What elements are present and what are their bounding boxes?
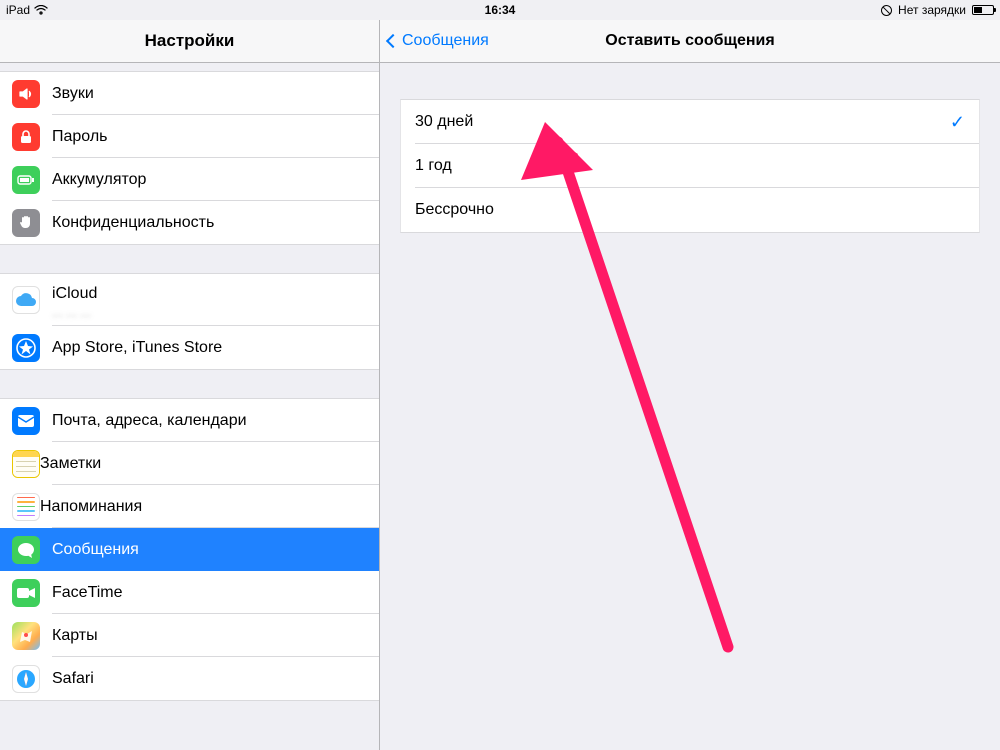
sidebar-item-sounds[interactable]: Звуки: [0, 72, 379, 115]
icloud-account-blurred: ··· ··· ···: [52, 310, 91, 322]
sidebar-item-passcode[interactable]: Пароль: [0, 115, 379, 158]
sidebar-item-safari[interactable]: Safari: [0, 657, 379, 700]
messages-icon: [12, 536, 40, 564]
sidebar-item-messages[interactable]: Сообщения: [0, 528, 379, 571]
sounds-icon: [12, 80, 40, 108]
detail-pane: Сообщения Оставить сообщения 30 дней ✓ 1 г…: [380, 20, 1000, 750]
sidebar-group: Почта, адреса, календари Заметки Напоминан…: [0, 398, 379, 701]
status-bar: iPad 16:34 Нет зарядки: [0, 0, 1000, 20]
passcode-icon: [12, 123, 40, 151]
option-1y[interactable]: 1 год: [401, 144, 979, 188]
battery-icon: [972, 5, 994, 15]
icloud-icon: [12, 286, 40, 314]
sidebar-item-label: Конфиденциальность: [52, 214, 214, 232]
sidebar-item-label: Напоминания: [40, 498, 142, 516]
sidebar-item-battery[interactable]: Аккумулятор: [0, 158, 379, 201]
sidebar-item-label: Почта, адреса, календари: [52, 412, 247, 430]
option-forever[interactable]: Бессрочно: [401, 188, 979, 232]
appstore-icon: [12, 334, 40, 362]
sidebar-item-label: Сообщения: [52, 541, 139, 559]
sidebar-item-label: FaceTime: [52, 584, 123, 602]
mail-icon: [12, 407, 40, 435]
wifi-icon: [34, 5, 48, 15]
sidebar-item-icloud[interactable]: iCloud ··· ··· ···: [0, 274, 379, 326]
option-label: 30 дней: [415, 113, 473, 131]
not-charging-icon: [881, 5, 892, 16]
detail-header: Сообщения Оставить сообщения: [380, 20, 1000, 63]
option-label: Бессрочно: [415, 201, 494, 219]
maps-icon: [12, 622, 40, 650]
sidebar-group: Звуки Пароль Аккумулятор Конфиденциальность: [0, 71, 379, 245]
sidebar-item-facetime[interactable]: FaceTime: [0, 571, 379, 614]
sidebar-item-label: Карты: [52, 627, 98, 645]
sidebar-item-maps[interactable]: Карты: [0, 614, 379, 657]
reminders-icon: [12, 493, 40, 521]
facetime-icon: [12, 579, 40, 607]
privacy-icon: [12, 209, 40, 237]
sidebar-item-label: Safari: [52, 670, 94, 688]
sidebar-item-label: Заметки: [40, 455, 101, 473]
sidebar-title: Настройки: [0, 20, 379, 63]
sidebar-item-notes[interactable]: Заметки: [0, 442, 379, 485]
sidebar-item-privacy[interactable]: Конфиденциальность: [0, 201, 379, 244]
sidebar-item-appstore[interactable]: App Store, iTunes Store: [0, 326, 379, 369]
sidebar-item-label: App Store, iTunes Store: [52, 339, 222, 357]
charging-text: Нет зарядки: [898, 3, 966, 17]
back-label: Сообщения: [402, 32, 489, 50]
sidebar-item-label: Пароль: [52, 128, 108, 146]
notes-icon: [12, 450, 40, 478]
sidebar-item-label: iCloud: [52, 285, 97, 303]
sidebar-item-label: Звуки: [52, 85, 94, 103]
back-button[interactable]: Сообщения: [380, 32, 489, 50]
battery-icon: [12, 166, 40, 194]
option-30d[interactable]: 30 дней ✓: [401, 100, 979, 144]
option-label: 1 год: [415, 157, 452, 175]
chevron-left-icon: [386, 34, 400, 48]
sidebar-item-mail[interactable]: Почта, адреса, календари: [0, 399, 379, 442]
sidebar-item-label: Аккумулятор: [52, 171, 146, 189]
safari-icon: [12, 665, 40, 693]
device-label: iPad: [6, 3, 30, 17]
keep-messages-options: 30 дней ✓ 1 год Бессрочно: [400, 99, 980, 233]
settings-sidebar: Настройки Звуки Пароль Аккумулятор Конфиден…: [0, 20, 380, 750]
sidebar-group: iCloud ··· ··· ··· App Store, iTunes Store: [0, 273, 379, 370]
checkmark-icon: ✓: [950, 112, 965, 133]
sidebar-scroll[interactable]: Звуки Пароль Аккумулятор Конфиденциальность…: [0, 63, 379, 750]
sidebar-item-reminders[interactable]: Напоминания: [0, 485, 379, 528]
detail-title: Оставить сообщения: [605, 32, 774, 50]
clock: 16:34: [485, 3, 516, 17]
